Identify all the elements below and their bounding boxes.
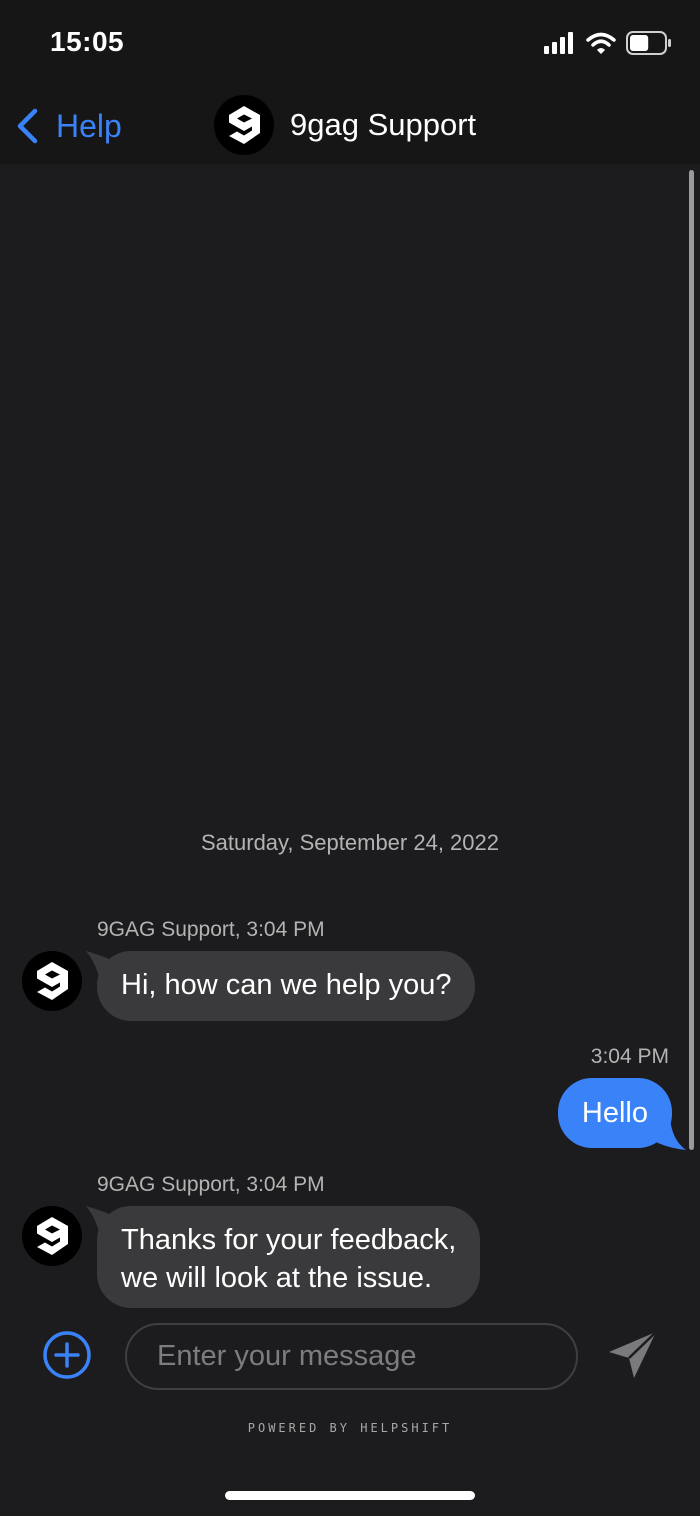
status-time: 15:05: [50, 26, 125, 57]
battery-icon: [626, 31, 671, 55]
wifi-icon: [586, 32, 616, 54]
message-text: Hello: [581, 1096, 648, 1129]
back-label: Help: [56, 107, 122, 144]
plus-circle-icon[interactable]: [42, 1330, 92, 1380]
send-icon[interactable]: [606, 1330, 658, 1380]
message-text-line: Thanks for your feedback,: [121, 1224, 457, 1256]
message-bubble-outgoing: Hello: [557, 1078, 672, 1148]
avatar: [22, 951, 82, 1011]
avatar: [22, 1206, 82, 1266]
home-indicator[interactable]: [225, 1491, 475, 1500]
status-icons: [544, 30, 672, 56]
9gag-logo-icon: [37, 1217, 68, 1255]
message-meta: 9GAG Support, 3:04 PM: [97, 1173, 325, 1196]
scrollbar[interactable]: [689, 170, 694, 1150]
message-composer: [0, 1310, 700, 1410]
message-bubble-incoming: Hi, how can we help you?: [97, 951, 476, 1021]
message-text: Hi, how can we help you?: [121, 969, 452, 1001]
date-separator: Saturday, September 24, 2022: [200, 830, 499, 855]
message-meta: 9GAG Support, 3:04 PM: [97, 918, 325, 941]
9gag-logo-icon: [229, 106, 260, 144]
avatar: [214, 95, 274, 155]
message-text-line: we will look at the issue.: [121, 1262, 433, 1294]
status-bar: 15:05: [0, 0, 700, 88]
conversation-header: 9gag Support: [214, 94, 476, 156]
message-bubble-incoming: Thanks for your feedback, we will look a…: [97, 1206, 481, 1308]
chevron-left-icon: [17, 108, 38, 144]
powered-by-label: POWERED BY HELPSHIFT: [247, 1421, 453, 1435]
page-title: 9gag Support: [290, 107, 477, 142]
signal-bars-icon: [544, 32, 573, 54]
message-meta: 3:04 PM: [590, 1045, 669, 1068]
message-input[interactable]: [125, 1323, 578, 1390]
back-button[interactable]: Help: [16, 104, 122, 148]
9gag-logo-icon: [37, 962, 68, 1000]
nav-bar: Help 9gag Support: [0, 88, 700, 164]
